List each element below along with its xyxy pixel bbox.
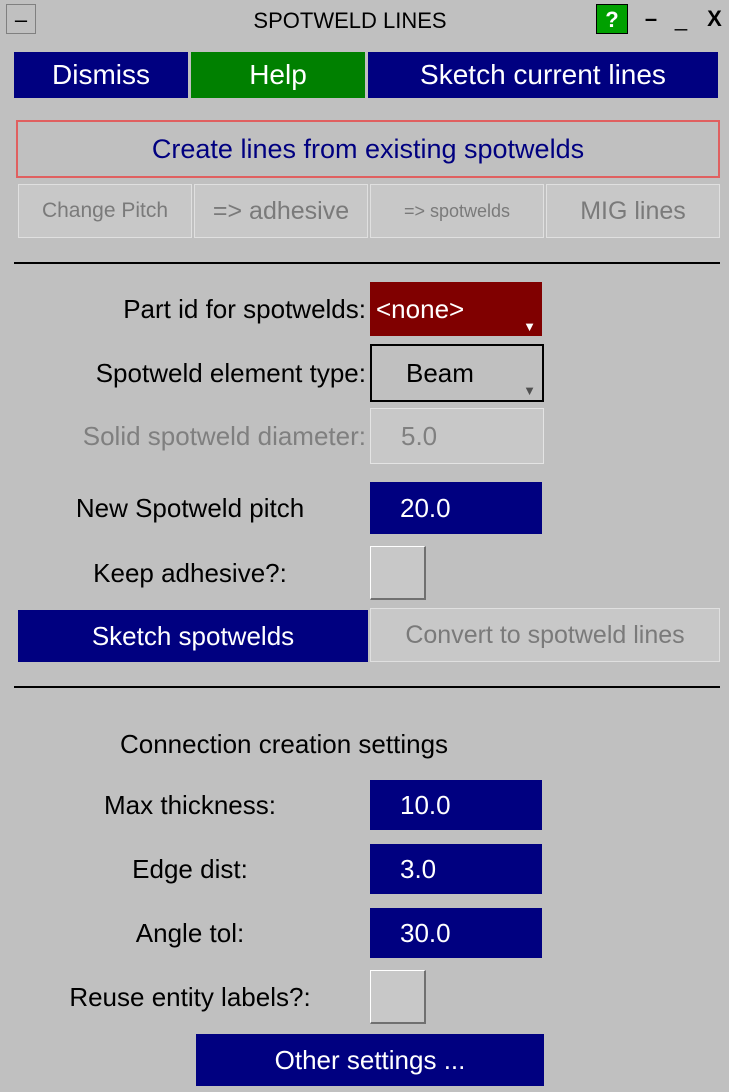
sketch-current-lines-button[interactable]: Sketch current lines <box>368 52 718 98</box>
element-type-value: Beam <box>406 357 474 388</box>
element-type-label: Spotweld element type: <box>95 357 366 388</box>
edge-dist-input[interactable]: 3.0 <box>370 844 542 894</box>
tab-mig-lines[interactable]: MIG lines <box>546 184 720 238</box>
reuse-labels-label: Reuse entity labels?: <box>69 981 311 1012</box>
dropdown-arrow-icon: ▼ <box>523 383 536 398</box>
dropdown-arrow-icon: ▼ <box>523 319 536 334</box>
max-thickness-input[interactable]: 10.0 <box>370 780 542 830</box>
convert-to-spotweld-lines-button[interactable]: Convert to spotweld lines <box>370 608 720 662</box>
reuse-labels-checkbox[interactable] <box>370 970 426 1024</box>
part-id-dropdown[interactable]: <none> ▼ <box>370 282 542 336</box>
dismiss-button[interactable]: Dismiss <box>14 52 188 98</box>
maximize-icon[interactable]: _ <box>666 4 696 34</box>
tab-to-adhesive[interactable]: => adhesive <box>194 184 368 238</box>
help-button[interactable]: Help <box>191 52 365 98</box>
part-id-value: <none> <box>376 293 465 324</box>
keep-adhesive-label: Keep adhesive?: <box>93 557 287 588</box>
element-type-dropdown[interactable]: Beam ▼ <box>370 344 544 402</box>
diameter-input: 5.0 <box>370 408 544 464</box>
diameter-label: Solid spotweld diameter: <box>82 420 366 451</box>
max-thickness-label: Max thickness: <box>104 789 276 820</box>
help-icon[interactable]: ? <box>596 4 628 34</box>
angle-tol-label: Angle tol: <box>135 917 245 948</box>
edge-dist-label: Edge dist: <box>132 853 248 884</box>
tab-to-spotwelds[interactable]: => spotwelds <box>370 184 544 238</box>
window-menu-icon[interactable]: – <box>6 4 36 34</box>
part-id-label: Part id for spotwelds: <box>123 293 366 324</box>
keep-adhesive-checkbox[interactable] <box>370 546 426 600</box>
close-icon[interactable]: X <box>700 4 729 34</box>
connection-settings-heading: Connection creation settings <box>119 728 449 759</box>
angle-tol-input[interactable]: 30.0 <box>370 908 542 958</box>
pitch-input[interactable]: 20.0 <box>370 482 542 534</box>
other-settings-button[interactable]: Other settings ... <box>196 1034 544 1086</box>
sketch-spotwelds-button[interactable]: Sketch spotwelds <box>18 610 368 662</box>
divider <box>14 686 720 688</box>
tab-change-pitch[interactable]: Change Pitch <box>18 184 192 238</box>
pitch-label: New Spotweld pitch <box>75 492 305 523</box>
create-lines-button[interactable]: Create lines from existing spotwelds <box>16 120 720 178</box>
minimize-icon[interactable]: – <box>638 4 664 34</box>
divider <box>14 262 720 264</box>
window-title: SPOTWELD LINES <box>253 8 447 33</box>
